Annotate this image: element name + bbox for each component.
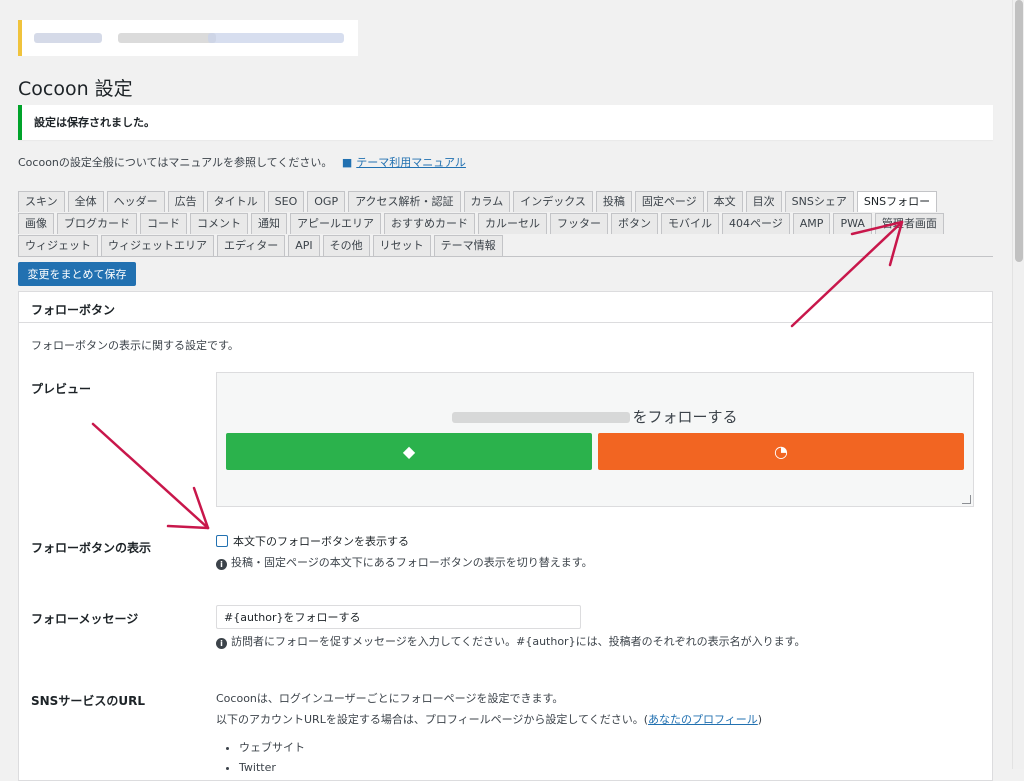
tab-row3-0[interactable]: ウィジェット <box>18 235 98 256</box>
rss-icon: ◔ <box>774 442 788 461</box>
display-hint: i 投稿・固定ページの本文下にあるフォローボタンの表示を切り替えます。 <box>216 554 593 570</box>
page-title: Cocoon 設定 <box>18 78 133 100</box>
tab-row1-4[interactable]: タイトル <box>206 191 265 212</box>
saved-notice: 設定は保存されました。 <box>18 105 993 140</box>
tab-row3-2[interactable]: エディター <box>217 235 286 256</box>
tab-row3-1[interactable]: ウィジェットエリア <box>101 235 214 256</box>
tab-row1-0[interactable]: スキン <box>18 191 65 212</box>
resize-handle[interactable] <box>962 495 971 504</box>
tab-row1-2[interactable]: ヘッダー <box>106 191 165 212</box>
follow-button-panel: フォローボタン フォローボタンの表示に関する設定です。 プレビュー をフォローす… <box>18 291 993 781</box>
display-checkbox-label: 本文下のフォローボタンを表示する <box>233 535 409 548</box>
tab-row-2: 画像 ブログカード コード コメント 通知 アピールエリア おすすめカード カルーセル フッター… <box>18 212 993 234</box>
tab-row2-8[interactable]: フッター <box>550 213 608 234</box>
tab-row3-4[interactable]: その他 <box>322 235 370 256</box>
save-all-button[interactable]: 変更をまとめて保存 <box>18 262 136 286</box>
list-item: Twitter <box>239 759 305 779</box>
tab-row-1: スキン 全体 ヘッダー 広告 タイトル SEO OGP アクセス解析・認証 カラム インデックス投… <box>18 190 993 212</box>
blurred-text <box>208 33 344 43</box>
tab-row3-3[interactable]: API <box>288 235 320 256</box>
tab-row1-11[interactable]: 固定ページ <box>634 191 704 212</box>
tab-row1-8[interactable]: カラム <box>463 191 511 212</box>
preview-box[interactable]: をフォローする ◆ ◔ <box>216 372 974 507</box>
book-icon: ■ <box>341 156 353 169</box>
tab-row1-12[interactable]: 本文 <box>706 191 743 212</box>
tab-row2-10[interactable]: モバイル <box>661 213 719 234</box>
tab-row1-13[interactable]: 目次 <box>745 191 782 212</box>
profile-link[interactable]: あなたのプロフィール <box>648 713 758 726</box>
feedly-icon: ◆ <box>402 442 416 461</box>
list-item: ウェブサイト <box>239 739 305 759</box>
display-checkbox-row[interactable]: 本文下のフォローボタンを表示する <box>216 533 409 549</box>
tab-row2-12[interactable]: AMP <box>792 213 831 234</box>
intro-text: Cocoonの設定全般についてはマニュアルを参照してください。 ■ テーマ利用マニ… <box>18 154 466 170</box>
intro-label: Cocoonの設定全般についてはマニュアルを参照してください。 <box>18 156 333 169</box>
tab-row2-9[interactable]: ボタン <box>611 213 658 234</box>
tab-row1-14[interactable]: SNSシェア <box>784 191 854 212</box>
tab-row1-1[interactable]: 全体 <box>67 191 104 212</box>
panel-title: フォローボタン <box>31 303 116 317</box>
tab-row2-6[interactable]: おすすめカード <box>384 213 475 234</box>
tab-row1-5[interactable]: SEO <box>267 191 305 212</box>
manual-link[interactable]: テーマ利用マニュアル <box>356 156 466 169</box>
message-hint: i 訪問者にフォローを促すメッセージを入力してください。#{author}には、投… <box>216 633 805 649</box>
rss-follow-button[interactable]: ◔ <box>598 433 964 470</box>
follow-message-input[interactable] <box>216 605 581 629</box>
feedly-follow-button[interactable]: ◆ <box>226 433 592 470</box>
blurred-text <box>34 33 102 43</box>
panel-divider <box>19 322 992 323</box>
tab-row2-14[interactable]: 管理者画面 <box>874 213 944 234</box>
tab-row2-3[interactable]: コメント <box>190 213 248 234</box>
scrollbar[interactable] <box>1012 0 1024 769</box>
tab-row2-5[interactable]: アピールエリア <box>290 213 381 234</box>
message-label: フォローメッセージ <box>31 612 139 626</box>
preview-message: をフォローする <box>217 406 973 427</box>
tab-row2-1[interactable]: ブログカード <box>57 213 137 234</box>
blurred-text <box>118 33 216 43</box>
tab-row1-9[interactable]: インデックス <box>513 191 593 212</box>
tab-row1-3[interactable]: 広告 <box>167 191 204 212</box>
preview-label: プレビュー <box>31 382 92 396</box>
tab-row-3: ウィジェット ウィジェットエリア エディター API その他 リセット テーマ情報 <box>18 234 993 256</box>
sns-text-1: Cocoonは、ログインユーザーごとにフォローページを設定できます。 <box>216 692 564 705</box>
display-label: フォローボタンの表示 <box>31 541 152 555</box>
tab-row1-6[interactable]: OGP <box>307 191 346 212</box>
panel-description: フォローボタンの表示に関する設定です。 <box>31 339 239 352</box>
display-checkbox[interactable] <box>216 535 228 547</box>
tab-row1-15[interactable]: SNSフォロー <box>856 191 938 212</box>
tab-row3-6[interactable]: テーマ情報 <box>433 235 503 256</box>
scrollbar-thumb[interactable] <box>1015 0 1023 262</box>
tab-row2-11[interactable]: 404ページ <box>722 213 790 234</box>
info-icon: i <box>216 638 227 649</box>
sns-text-2: 以下のアカウントURLを設定する場合は、プロフィールページから設定してください。… <box>216 713 763 726</box>
sns-service-list: ウェブサイト Twitter <box>223 739 305 779</box>
tab-row1-10[interactable]: 投稿 <box>595 191 632 212</box>
blurred-text <box>452 412 631 423</box>
tab-row3-5[interactable]: リセット <box>372 235 431 256</box>
tab-row2-2[interactable]: コード <box>140 213 187 234</box>
settings-tabs: スキン 全体 ヘッダー 広告 タイトル SEO OGP アクセス解析・認証 カラム インデックス投… <box>18 190 993 256</box>
info-icon: i <box>216 559 227 570</box>
tab-row1-7[interactable]: アクセス解析・認証 <box>348 191 461 212</box>
tab-row2-13[interactable]: PWA <box>833 213 872 234</box>
sns-url-label: SNSサービスのURL <box>31 694 145 708</box>
top-notice <box>18 20 358 56</box>
tab-row2-0[interactable]: 画像 <box>18 213 54 234</box>
tab-row2-4[interactable]: 通知 <box>251 213 287 234</box>
tab-divider <box>18 256 993 257</box>
tab-row2-7[interactable]: カルーセル <box>478 213 547 234</box>
